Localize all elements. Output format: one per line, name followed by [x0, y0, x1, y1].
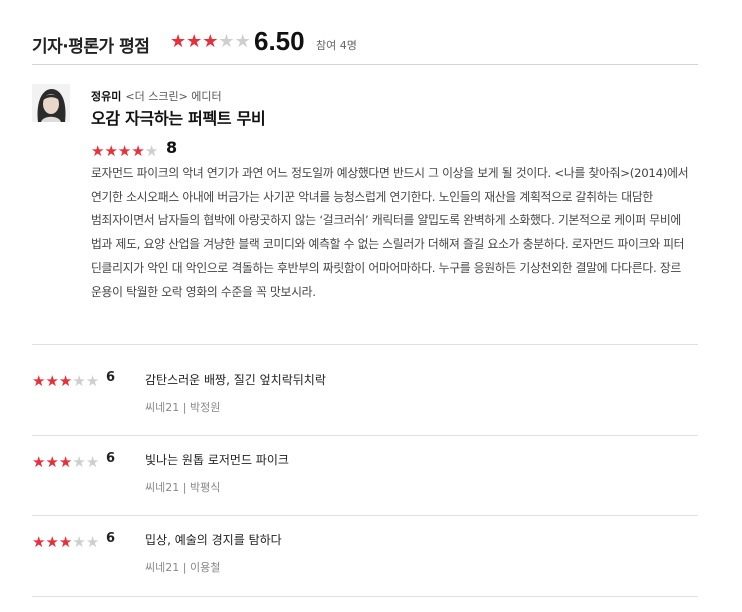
star-filled-icon: ★ [131, 142, 145, 160]
review-source: 씨네21 [145, 561, 180, 574]
star-filled-icon: ★ [202, 31, 219, 52]
star-empty-icon: ★ [85, 372, 100, 390]
featured-author-line: 정유미 <더 스크린> 에디터 [91, 88, 222, 104]
star-filled-icon: ★ [91, 142, 105, 160]
review-critic[interactable]: 이용철 [190, 561, 220, 574]
featured-rating-stars: ★★★★★ [91, 141, 158, 160]
star-empty-icon: ★ [234, 31, 251, 52]
star-filled-icon: ★ [45, 453, 59, 471]
star-empty-icon: ★ [85, 453, 100, 471]
review-critic[interactable]: 박평식 [190, 481, 220, 494]
star-filled-icon: ★ [186, 31, 203, 52]
star-filled-icon: ★ [58, 372, 73, 390]
star-filled-icon: ★ [32, 533, 46, 551]
star-empty-icon: ★ [218, 31, 235, 52]
review-source: 씨네21 [145, 401, 180, 414]
star-filled-icon: ★ [58, 533, 73, 551]
review-title[interactable]: 빛나는 원톱 로저먼드 파이크 [145, 451, 289, 468]
review-rating-stars: ★★★★★ [32, 371, 99, 390]
star-filled-icon: ★ [45, 372, 59, 390]
star-filled-icon: ★ [170, 31, 187, 52]
review-divider [32, 596, 698, 597]
section-title: 기자·평론가 평점 [32, 37, 150, 57]
critic-avatar[interactable] [32, 84, 70, 122]
star-empty-icon: ★ [144, 142, 159, 160]
star-filled-icon: ★ [117, 142, 132, 160]
featured-review-body: 로자먼드 파이크의 악녀 연기가 과연 어느 정도일까 예상했다면 반드시 그 … [91, 166, 689, 299]
review-score: 6 [106, 451, 116, 466]
featured-score: 8 [166, 138, 178, 157]
review-rating-stars: ★★★★★ [32, 452, 99, 471]
participant-count: 참여 4명 [316, 39, 357, 52]
review-title[interactable]: 감탄스러운 배짱, 질긴 엎치락뒤치락 [145, 371, 326, 388]
review-divider [32, 515, 698, 516]
average-score: 6.50 [254, 26, 305, 56]
review-title[interactable]: 밉상, 예술의 경지를 탐하다 [145, 531, 282, 548]
review-meta: 씨네21 | 이용철 [145, 561, 221, 574]
header-divider [32, 64, 698, 65]
star-empty-icon: ★ [85, 533, 100, 551]
star-filled-icon: ★ [32, 453, 46, 471]
critic-rating-header: 기자·평론가 평점 ★★★★★ 6.50 참여 4명 [32, 26, 698, 60]
average-rating-stars: ★★★★★ [170, 32, 251, 51]
review-score: 6 [106, 370, 116, 385]
star-empty-icon: ★ [72, 533, 86, 551]
review-meta: 씨네21 | 박정원 [145, 401, 221, 414]
review-score: 6 [106, 531, 116, 546]
review-meta: 씨네21 | 박평식 [145, 481, 221, 494]
star-filled-icon: ★ [32, 372, 46, 390]
critic-outlet: <더 스크린> 에디터 [125, 90, 222, 103]
star-empty-icon: ★ [72, 453, 86, 471]
star-empty-icon: ★ [72, 372, 86, 390]
star-filled-icon: ★ [45, 533, 59, 551]
review-divider [32, 344, 698, 345]
review-divider [32, 435, 698, 436]
review-rating-stars: ★★★★★ [32, 532, 99, 551]
review-critic[interactable]: 박정원 [190, 401, 220, 414]
star-filled-icon: ★ [58, 453, 73, 471]
featured-review-title: 오감 자극하는 퍼펙트 무비 [91, 109, 266, 128]
star-filled-icon: ★ [104, 142, 118, 160]
critic-name[interactable]: 정유미 [91, 90, 121, 103]
review-source: 씨네21 [145, 481, 180, 494]
